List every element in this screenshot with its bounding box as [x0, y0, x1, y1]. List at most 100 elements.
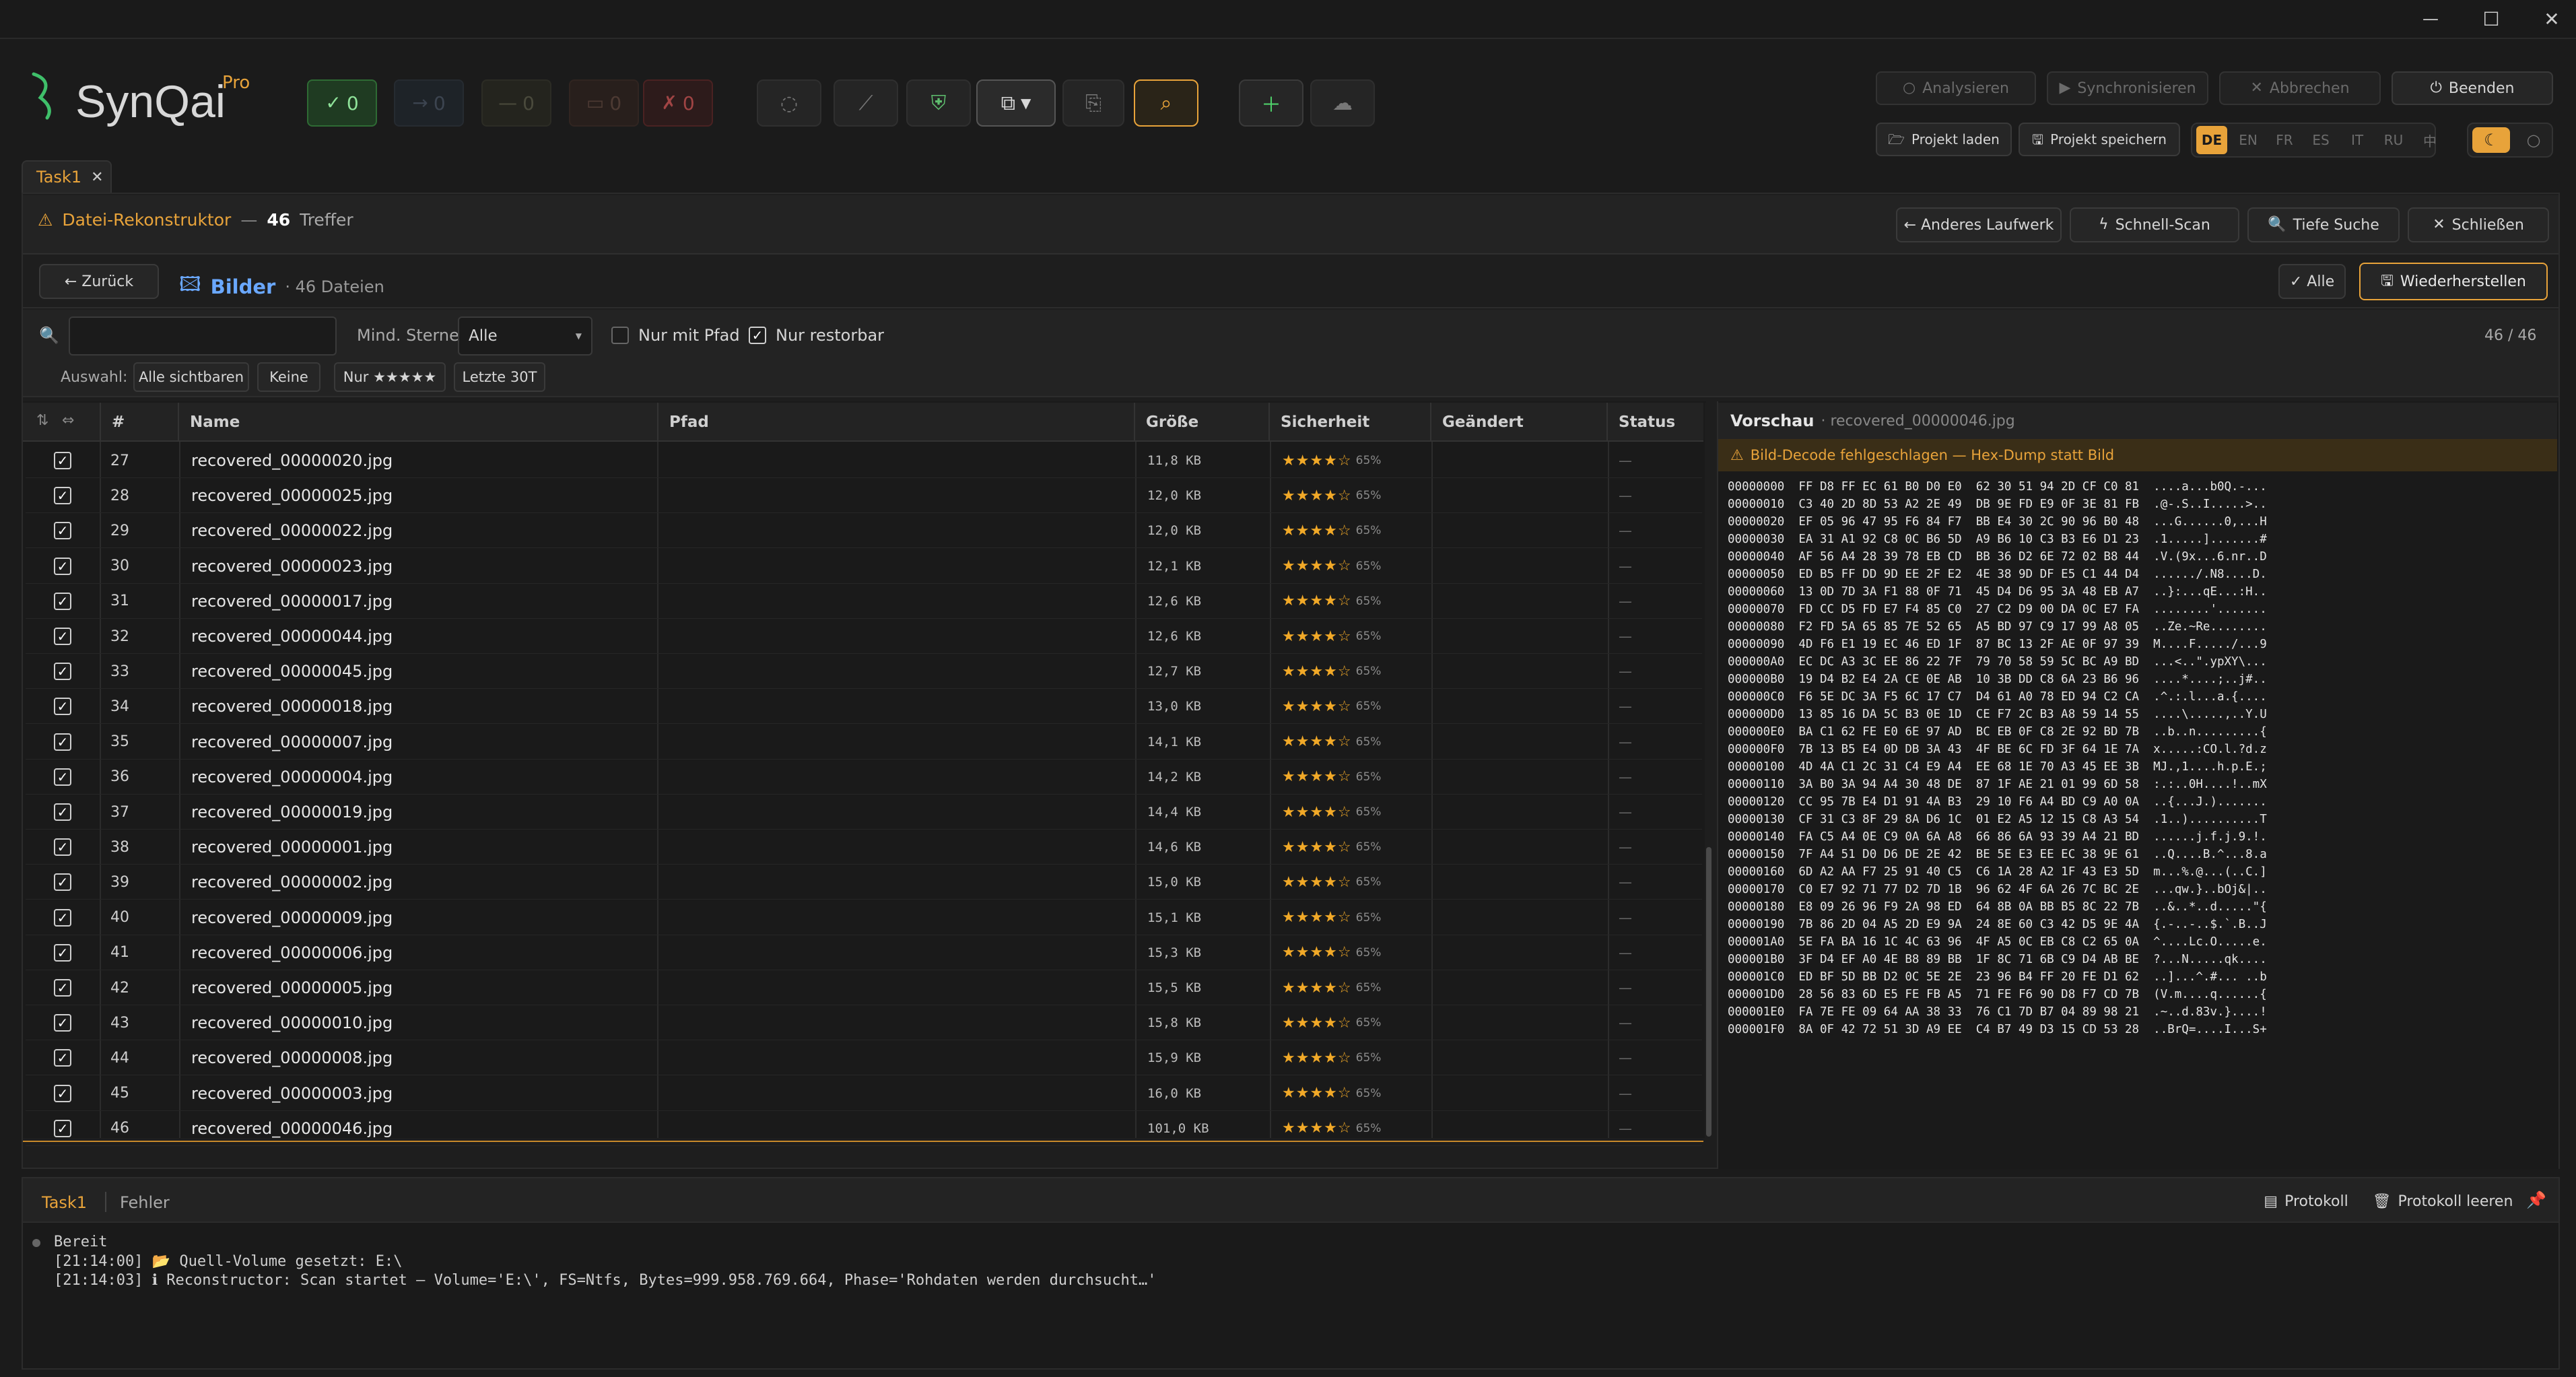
add-button[interactable]: ＋	[1239, 79, 1303, 127]
lang-de[interactable]: DE	[2196, 126, 2227, 154]
row-checkbox[interactable]: ✓	[54, 760, 71, 795]
lang-es[interactable]: ES	[2305, 126, 2336, 154]
table-row[interactable]: ✓ 27 recovered_00000020.jpg 11,8 KB ★★★★☆ 65%…	[26, 443, 1702, 478]
table-scrollbar[interactable]	[1705, 403, 1713, 1141]
row-checkbox[interactable]: ✓	[54, 1005, 71, 1040]
status-warn-pill[interactable]: ▭ 0	[569, 79, 639, 127]
table-row[interactable]: ✓ 38 recovered_00000001.jpg 14,6 KB ★★★★☆ 65%…	[26, 830, 1702, 865]
col-header-name[interactable]: Name	[179, 403, 658, 442]
lang-en[interactable]: EN	[2233, 126, 2264, 154]
abort-button[interactable]: ✕ Abbrechen	[2219, 71, 2381, 105]
image-dropdown-button[interactable]: ⧉ ▼	[976, 79, 1056, 127]
load-project-button[interactable]: 🗁 Projekt laden	[1876, 123, 2012, 156]
restore-button[interactable]: 🖫 Wiederherstellen	[2359, 263, 2548, 300]
row-checkbox[interactable]: ✓	[54, 689, 71, 724]
row-checkbox[interactable]: ✓	[54, 513, 71, 548]
other-drive-button[interactable]: ← Anderes Laufwerk	[1896, 207, 2062, 242]
table-row[interactable]: ✓ 34 recovered_00000018.jpg 13,0 KB ★★★★☆ 65%…	[26, 689, 1702, 725]
search-input[interactable]	[69, 316, 337, 356]
table-row[interactable]: ✓ 31 recovered_00000017.jpg 12,6 KB ★★★★☆ 65%…	[26, 584, 1702, 619]
row-checkbox[interactable]: ✓	[54, 935, 71, 970]
resize-columns-icon[interactable]: ⇔	[62, 412, 74, 429]
copy-tool-button[interactable]: ⎘	[1062, 79, 1124, 127]
pin-icon[interactable]: 📌	[2526, 1190, 2546, 1209]
table-row[interactable]: ✓ 30 recovered_00000023.jpg 12,1 KB ★★★★☆ 65%…	[26, 549, 1702, 584]
lang-fr[interactable]: FR	[2269, 126, 2300, 154]
close-window-button[interactable]: ✕	[2538, 5, 2565, 32]
status-pending-pill[interactable]: —0	[481, 79, 551, 127]
row-checkbox[interactable]: ✓	[54, 970, 71, 1005]
log-button[interactable]: ▤ Protokoll	[2256, 1188, 2357, 1215]
maximize-button[interactable]: ☐	[2478, 5, 2505, 32]
analyze-button[interactable]: ○ Analysieren	[1876, 71, 2036, 105]
table-row[interactable]: ✓ 36 recovered_00000004.jpg 14,2 KB ★★★★☆ 65%…	[26, 760, 1702, 795]
min-stars-select[interactable]: Alle ▼	[458, 316, 592, 356]
status-skip-pill[interactable]: → 0	[394, 79, 464, 127]
table-row[interactable]: ✓ 33 recovered_00000045.jpg 12,7 KB ★★★★☆ 65%…	[26, 654, 1702, 690]
col-header-modified[interactable]: Geändert	[1431, 403, 1608, 442]
lang-ru[interactable]: RU	[2378, 126, 2409, 154]
broom-tool-button[interactable]: ⟋	[834, 79, 898, 127]
reconstruct-tool-button[interactable]: ⌕	[1134, 79, 1198, 127]
row-checkbox[interactable]: ✓	[54, 1040, 71, 1075]
row-checkbox[interactable]: ✓	[54, 830, 71, 865]
back-button[interactable]: ← Zurück	[39, 264, 159, 299]
refresh-tool-button[interactable]: ◌	[757, 79, 821, 127]
shield-tool-button[interactable]: ⛨	[906, 79, 971, 127]
quit-button[interactable]: ⏻ Beenden	[2392, 71, 2553, 105]
table-row[interactable]: ✓ 45 recovered_00000003.jpg 16,0 KB ★★★★☆ 65%…	[26, 1076, 1702, 1111]
table-row[interactable]: ✓ 40 recovered_00000009.jpg 15,1 KB ★★★★☆ 65%…	[26, 900, 1702, 935]
sort-icon[interactable]: ⇅	[36, 412, 48, 429]
select-five-stars-button[interactable]: Nur ★★★★★	[334, 362, 446, 392]
col-header-status[interactable]: Status	[1608, 403, 1703, 442]
table-row[interactable]: ✓ 37 recovered_00000019.jpg 14,4 KB ★★★★☆ 65%…	[26, 795, 1702, 830]
row-checkbox[interactable]: ✓	[54, 795, 71, 830]
table-row[interactable]: ✓ 42 recovered_00000005.jpg 15,5 KB ★★★★☆ 65%…	[26, 970, 1702, 1005]
row-checkbox[interactable]: ✓	[54, 654, 71, 689]
minimize-button[interactable]: —	[2417, 5, 2444, 32]
table-scrollbar-thumb[interactable]	[1706, 847, 1711, 1137]
table-row[interactable]: ✓ 29 recovered_00000022.jpg 12,0 KB ★★★★☆ 65%…	[26, 513, 1702, 549]
close-reconstructor-button[interactable]: ✕ Schließen	[2408, 207, 2549, 242]
clear-log-button[interactable]: 🗑 Protokoll leeren	[2367, 1188, 2518, 1215]
row-checkbox[interactable]: ✓	[54, 549, 71, 584]
select-all-visible-button[interactable]: Alle sichtbaren	[133, 362, 249, 392]
col-header-size[interactable]: Größe	[1135, 403, 1270, 442]
quick-scan-button[interactable]: ϟ Schnell-Scan	[2070, 207, 2239, 242]
tab-close-icon[interactable]: ✕	[91, 169, 103, 186]
col-header-path[interactable]: Pfad	[658, 403, 1135, 442]
row-checkbox[interactable]: ✓	[54, 900, 71, 935]
row-checkbox[interactable]: ✓	[54, 1076, 71, 1111]
lang-it[interactable]: IT	[2342, 126, 2373, 154]
row-checkbox[interactable]: ✓	[54, 443, 71, 478]
only-restorable-checkbox[interactable]: ✓ Nur restorbar	[749, 326, 884, 345]
select-none-button[interactable]: Keine	[257, 362, 320, 392]
table-row[interactable]: ✓ 39 recovered_00000002.jpg 15,0 KB ★★★★☆ 65%…	[26, 865, 1702, 900]
row-checkbox[interactable]: ✓	[54, 865, 71, 900]
table-row[interactable]: ✓ 35 recovered_00000007.jpg 14,1 KB ★★★★☆ 65%…	[26, 725, 1702, 760]
theme-toggle[interactable]: ☾ ○	[2467, 123, 2553, 158]
cloud-button[interactable]: ☁	[1310, 79, 1375, 127]
select-last30-button[interactable]: Letzte 30T	[454, 362, 545, 392]
deep-search-button[interactable]: 🔍 Tiefe Suche	[2247, 207, 2400, 242]
lang-zh[interactable]: 中	[2414, 126, 2445, 154]
col-header-confidence[interactable]: Sicherheit	[1270, 403, 1431, 442]
bottom-tab-task1[interactable]: Task1	[42, 1193, 87, 1212]
col-header-num[interactable]: #	[100, 403, 179, 442]
row-checkbox[interactable]: ✓	[54, 725, 71, 760]
tab-task1[interactable]: Task1 ✕	[22, 160, 112, 193]
row-checkbox[interactable]: ✓	[54, 619, 71, 654]
table-row[interactable]: ✓ 43 recovered_00000010.jpg 15,8 KB ★★★★☆ 65%…	[26, 1005, 1702, 1041]
status-ok-pill[interactable]: ✓ 0	[307, 79, 377, 127]
only-path-checkbox[interactable]: Nur mit Pfad	[611, 326, 740, 345]
table-row[interactable]: ✓ 44 recovered_00000008.jpg 15,9 KB ★★★★☆ 65%…	[26, 1040, 1702, 1076]
row-checkbox[interactable]: ✓	[54, 584, 71, 619]
select-all-button[interactable]: ✓ Alle	[2278, 264, 2346, 299]
table-row[interactable]: ✓ 28 recovered_00000025.jpg 12,0 KB ★★★★☆ 65%…	[26, 478, 1702, 514]
table-row[interactable]: ✓ 32 recovered_00000044.jpg 12,6 KB ★★★★☆ 65%…	[26, 619, 1702, 654]
table-row[interactable]: ✓ 41 recovered_00000006.jpg 15,3 KB ★★★★☆ 65%…	[26, 935, 1702, 970]
status-error-pill[interactable]: ✗ 0	[643, 79, 713, 127]
row-checkbox[interactable]: ✓	[54, 478, 71, 513]
sync-button[interactable]: ▶ Synchronisieren	[2047, 71, 2208, 105]
bottom-tab-errors[interactable]: Fehler	[120, 1193, 170, 1212]
